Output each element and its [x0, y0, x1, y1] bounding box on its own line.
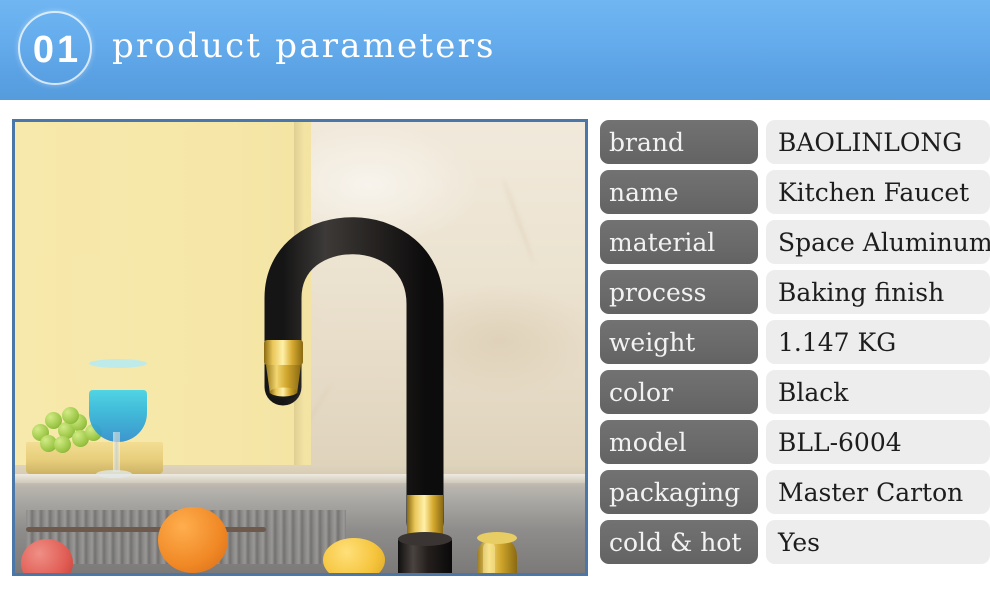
table-row: packaging Master Carton	[600, 470, 990, 514]
table-row: model BLL-6004	[600, 420, 990, 464]
param-label-color: color	[600, 370, 758, 414]
badge-number-label: 01	[32, 29, 82, 71]
param-label-brand: brand	[600, 120, 758, 164]
table-row: color Black	[600, 370, 990, 414]
param-label-packaging: packaging	[600, 470, 758, 514]
table-row: material Space Aluminum	[600, 220, 990, 264]
table-row: weight 1.147 KG	[600, 320, 990, 364]
param-value-name: Kitchen Faucet	[766, 170, 990, 214]
param-value-process: Baking finish	[766, 270, 990, 314]
param-value-model: BLL-6004	[766, 420, 990, 464]
param-value-brand: BAOLINLONG	[766, 120, 990, 164]
page-title: product parameters	[112, 26, 496, 66]
kitchen-faucet-illustration	[264, 217, 517, 573]
param-label-material: material	[600, 220, 758, 264]
product-parameters-table: brand BAOLINLONG name Kitchen Faucet mat…	[600, 120, 990, 570]
table-row: cold & hot Yes	[600, 520, 990, 564]
product-photo-scene	[15, 122, 585, 573]
table-row: process Baking finish	[600, 270, 990, 314]
param-value-cold-and-hot: Yes	[766, 520, 990, 564]
product-photo	[12, 119, 588, 576]
param-value-material: Space Aluminum	[766, 220, 990, 264]
param-value-packaging: Master Carton	[766, 470, 990, 514]
table-row: name Kitchen Faucet	[600, 170, 990, 214]
param-value-color: Black	[766, 370, 990, 414]
param-label-model: model	[600, 420, 758, 464]
param-label-weight: weight	[600, 320, 758, 364]
param-value-weight: 1.147 KG	[766, 320, 990, 364]
param-label-name: name	[600, 170, 758, 214]
section-number-badge: 01	[18, 11, 98, 91]
page-header-banner: 01 product parameters	[0, 0, 990, 100]
param-label-process: process	[600, 270, 758, 314]
table-row: brand BAOLINLONG	[600, 120, 990, 164]
param-label-cold-and-hot: cold & hot	[600, 520, 758, 564]
